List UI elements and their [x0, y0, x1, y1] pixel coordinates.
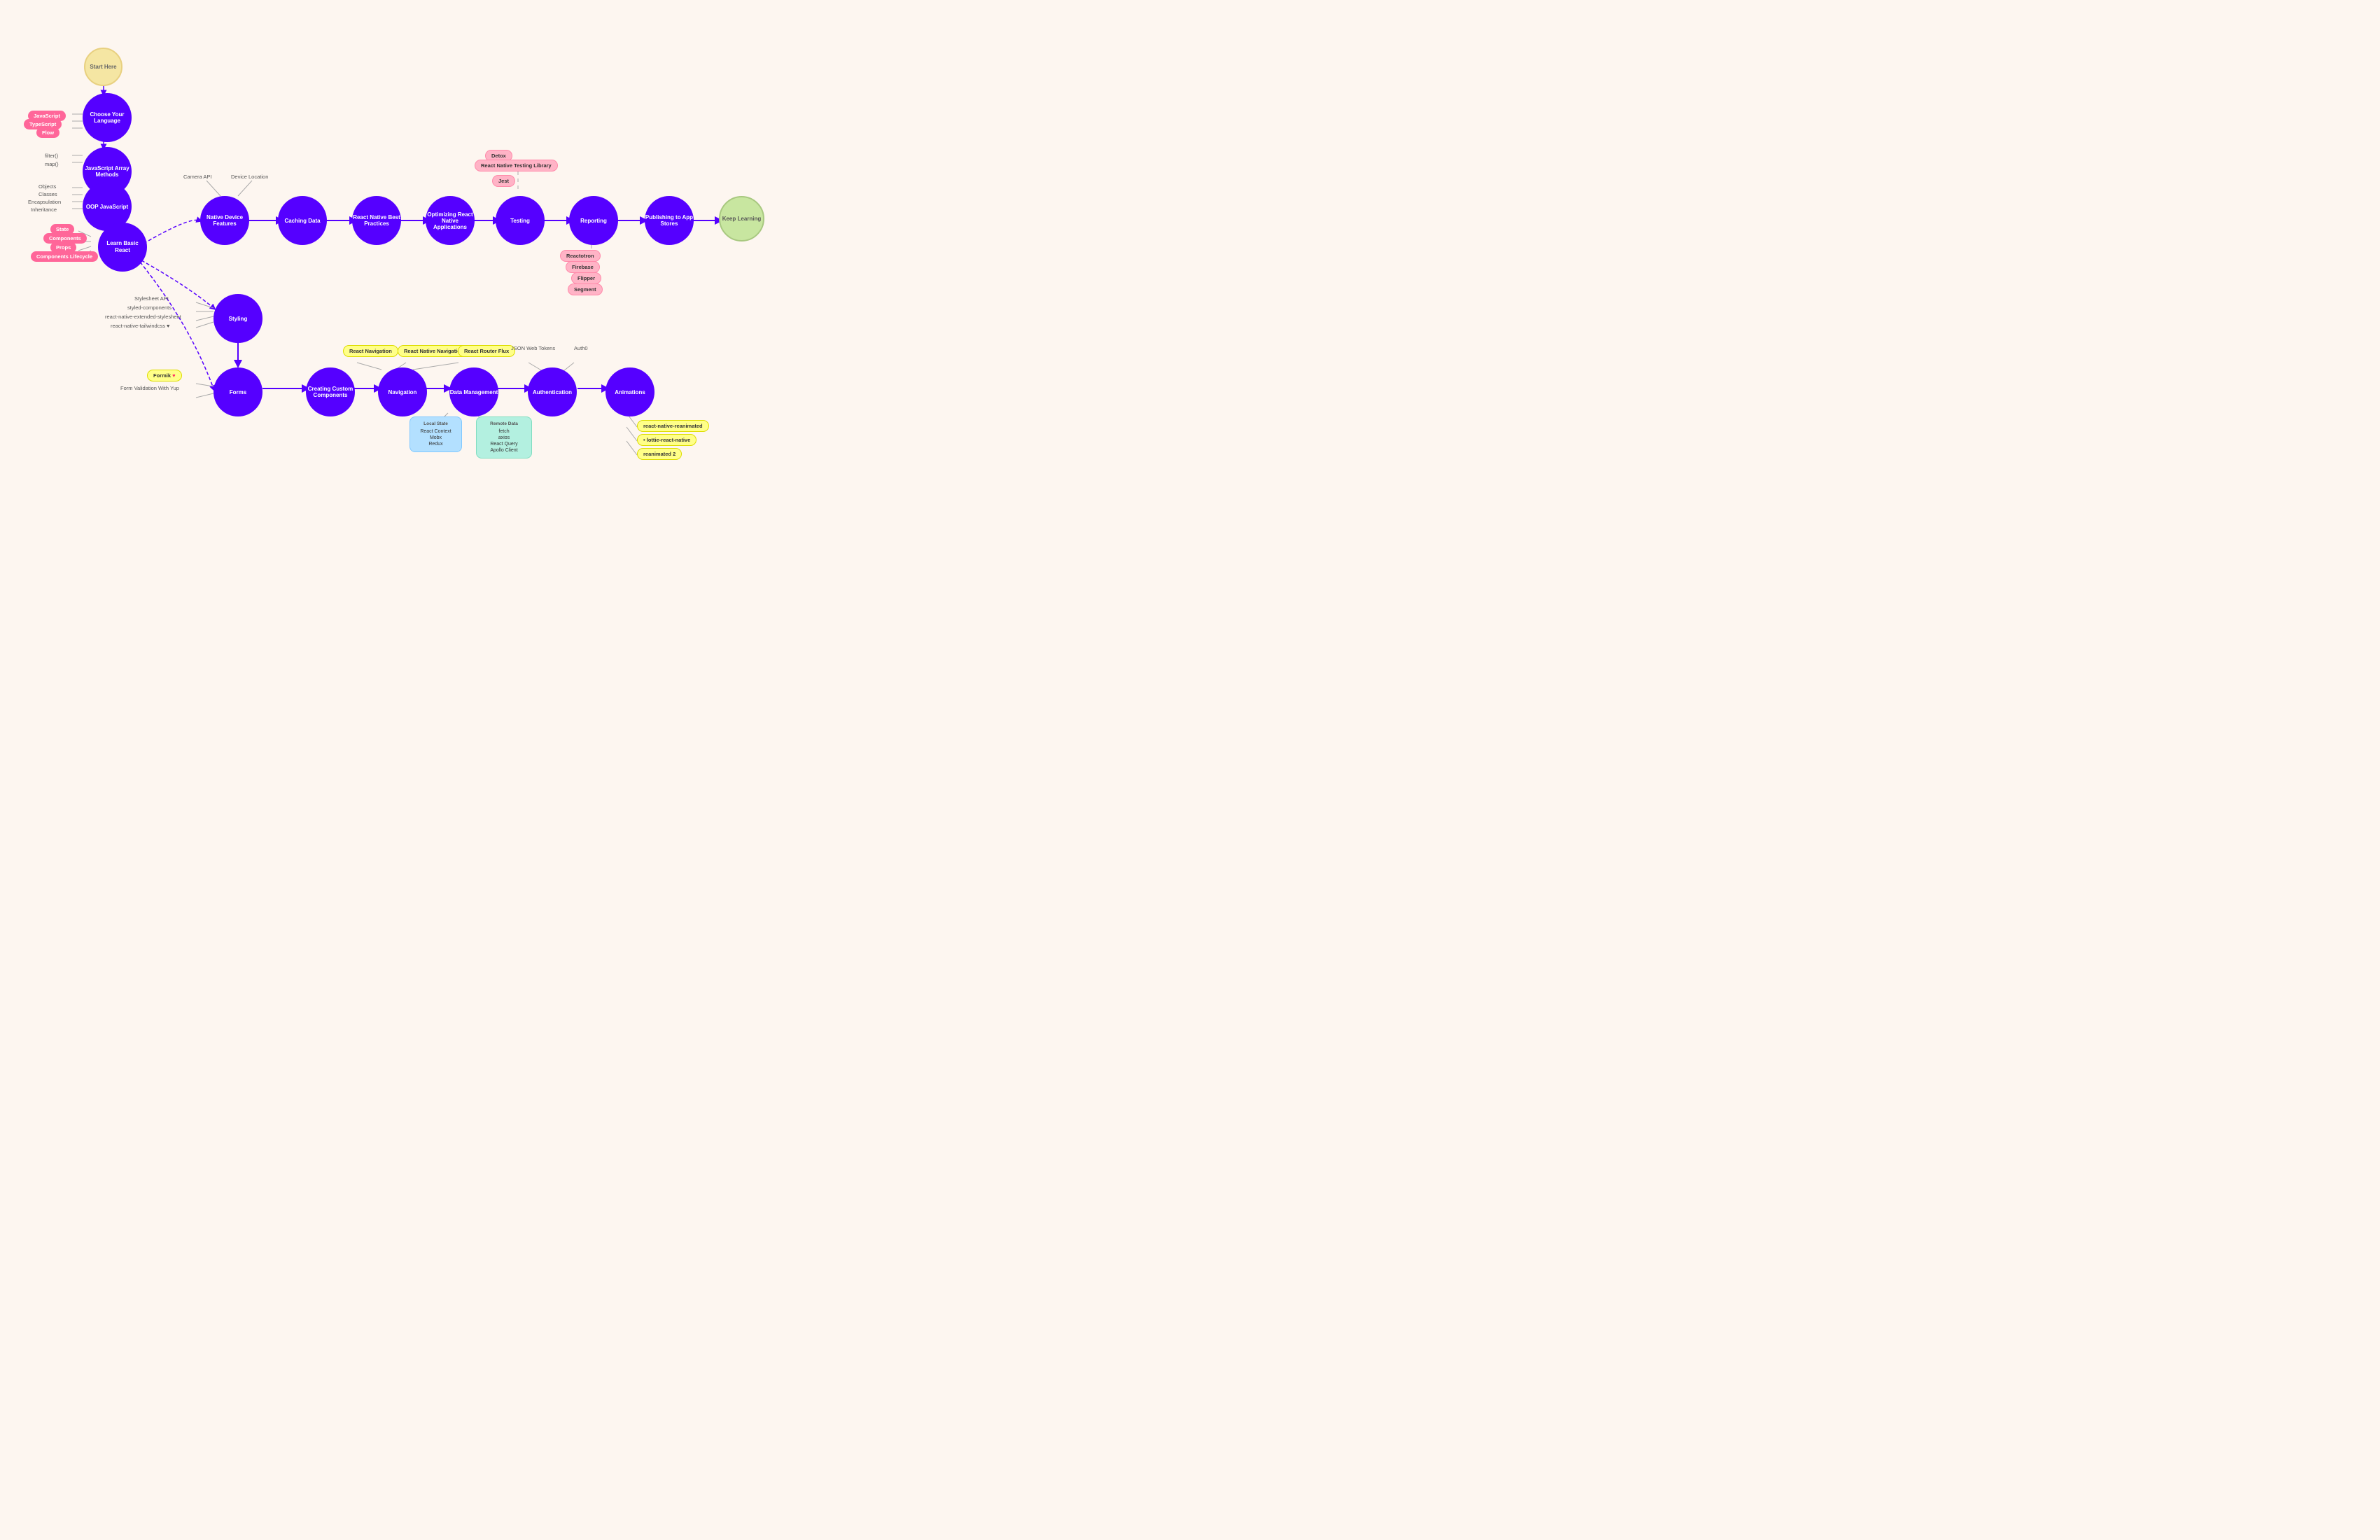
node-reporting[interactable]: Reporting [569, 196, 618, 245]
tag-jest[interactable]: Jest [492, 175, 515, 187]
node-rn-best-practices[interactable]: React Native Best Practices [352, 196, 401, 245]
node-data-management-label: Data Management [450, 389, 498, 396]
item-mobx: Mobx [414, 435, 457, 441]
label-classes: Classes [38, 191, 57, 197]
node-navigation-label: Navigation [388, 389, 417, 396]
tag-lottie[interactable]: • lottie-react-native [637, 434, 696, 446]
node-animations[interactable]: Animations [606, 368, 654, 416]
node-oop-label: OOP JavaScript [86, 204, 128, 210]
tag-react-navigation[interactable]: React Navigation [343, 345, 398, 357]
node-native-device-label: Native Device Features [200, 214, 249, 227]
node-publishing-label: Publishing to App Stores [645, 214, 694, 227]
tag-flipper[interactable]: Flipper [571, 272, 601, 284]
node-testing[interactable]: Testing [496, 196, 545, 245]
node-js-array-label: JavaScript Array Methods [83, 165, 132, 178]
node-testing-label: Testing [510, 218, 530, 224]
label-stylesheet-api: Stylesheet API [134, 295, 169, 302]
box-remote-data: Remote Data fetch axios React Query Apol… [476, 416, 532, 458]
label-styled-components: styled-components [127, 304, 172, 311]
node-creating-custom[interactable]: Creating Custom Components [306, 368, 355, 416]
item-react-query: React Query [481, 441, 527, 447]
node-data-management[interactable]: Data Management [449, 368, 498, 416]
node-navigation[interactable]: Navigation [378, 368, 427, 416]
node-optimizing[interactable]: Optimizing React Native Applications [426, 196, 475, 245]
label-encapsulation: Encapsulation [28, 199, 61, 205]
label-rn-tailwind: react-native-tailwindcss ♥ [111, 323, 169, 329]
item-axios: axios [481, 435, 527, 441]
node-start-label: Start Here [90, 64, 116, 70]
node-keep-learning-label: Keep Learning [722, 216, 762, 222]
node-keep-learning[interactable]: Keep Learning [719, 196, 764, 241]
node-styling[interactable]: Styling [214, 294, 262, 343]
label-camera-api: Camera API [183, 174, 211, 180]
label-filter: filter() [45, 153, 58, 159]
label-rn-extended: react-native-extended-stylesheet [105, 314, 181, 320]
tag-reanimated2[interactable]: reanimated 2 [637, 448, 682, 460]
tag-react-router-flux[interactable]: React Router Flux [458, 345, 515, 357]
label-auth0: Auth0 [574, 345, 588, 351]
node-forms-label: Forms [230, 389, 246, 396]
node-caching-data[interactable]: Caching Data [278, 196, 327, 245]
tag-rn-testing-library[interactable]: React Native Testing Library [475, 160, 558, 172]
node-styling-label: Styling [229, 316, 248, 322]
box-local-state: Local State React Context Mobx Redux [410, 416, 462, 452]
tag-segment[interactable]: Segment [568, 284, 603, 295]
node-animations-label: Animations [615, 389, 645, 396]
item-fetch: fetch [481, 428, 527, 435]
tag-firebase[interactable]: Firebase [566, 261, 600, 273]
node-reporting-label: Reporting [580, 218, 607, 224]
tag-formik[interactable]: Formik ♥ [147, 370, 182, 382]
node-creating-custom-label: Creating Custom Components [306, 386, 355, 398]
label-objects: Objects [38, 183, 56, 190]
tag-reactotron[interactable]: Reactotron [560, 250, 601, 262]
node-authentication-label: Authentication [533, 389, 572, 396]
node-learn-basic-react[interactable]: Learn BasicReact [98, 223, 147, 272]
node-native-device-features[interactable]: Native Device Features [200, 196, 249, 245]
node-start[interactable]: Start Here [84, 48, 122, 86]
item-apollo-client: Apollo Client [481, 447, 527, 454]
item-redux: Redux [414, 441, 457, 447]
item-react-context: React Context [414, 428, 457, 435]
box-remote-data-title: Remote Data [481, 421, 527, 426]
node-authentication[interactable]: Authentication [528, 368, 577, 416]
label-device-location: Device Location [231, 174, 268, 180]
node-optimizing-label: Optimizing React Native Applications [426, 211, 475, 230]
label-jwt: JSON Web Tokens [511, 345, 555, 351]
label-map: map() [45, 161, 59, 167]
node-caching-data-label: Caching Data [284, 218, 320, 224]
node-choose-language-label: Choose Your Language [83, 111, 132, 124]
node-forms[interactable]: Forms [214, 368, 262, 416]
label-inheritance: Inheritance [31, 206, 57, 213]
box-local-state-title: Local State [414, 421, 457, 426]
tag-components-lifecycle[interactable]: Components Lifecycle [31, 251, 98, 262]
roadmap-canvas: Start Here Choose Your Language JavaScri… [0, 0, 1190, 770]
tag-flow[interactable]: Flow [36, 127, 59, 138]
node-publishing[interactable]: Publishing to App Stores [645, 196, 694, 245]
node-choose-language[interactable]: Choose Your Language [83, 93, 132, 142]
node-rn-best-practices-label: React Native Best Practices [352, 214, 401, 227]
node-learn-basic-react-label: Learn BasicReact [106, 240, 138, 253]
label-form-validation: Form Validation With Yup [120, 385, 179, 391]
tag-rn-reanimated[interactable]: react-native-reanimated [637, 420, 709, 432]
